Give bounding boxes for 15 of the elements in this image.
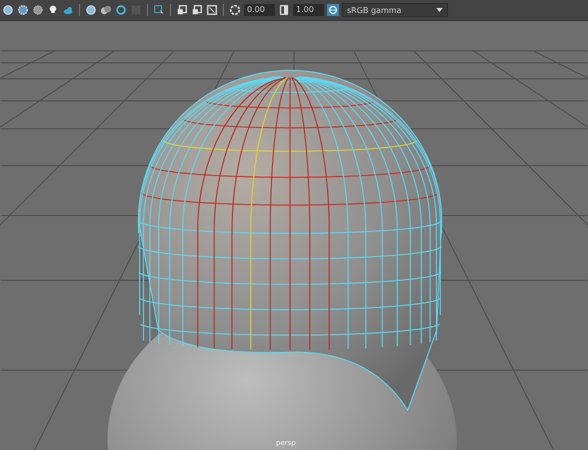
bulb-icon[interactable] [47,4,59,16]
spheres-icon[interactable] [100,4,112,16]
colorspace-dropdown[interactable]: sRGB gamma [342,3,448,17]
squares-icon[interactable] [176,4,188,16]
sphere-icon[interactable] [85,4,97,16]
caret-icon [436,8,443,12]
exposure-field[interactable]: 0.00 [244,4,275,16]
square-icon[interactable] [206,4,218,16]
gamma-field[interactable]: 1.00 [293,4,324,16]
ring-icon[interactable] [115,4,127,16]
sphere-icon[interactable] [2,4,14,16]
color-management-toggle[interactable] [327,4,339,16]
squares-icon[interactable] [191,4,203,16]
cursor-icon[interactable] [153,4,165,16]
sphere-icon[interactable] [17,4,29,16]
